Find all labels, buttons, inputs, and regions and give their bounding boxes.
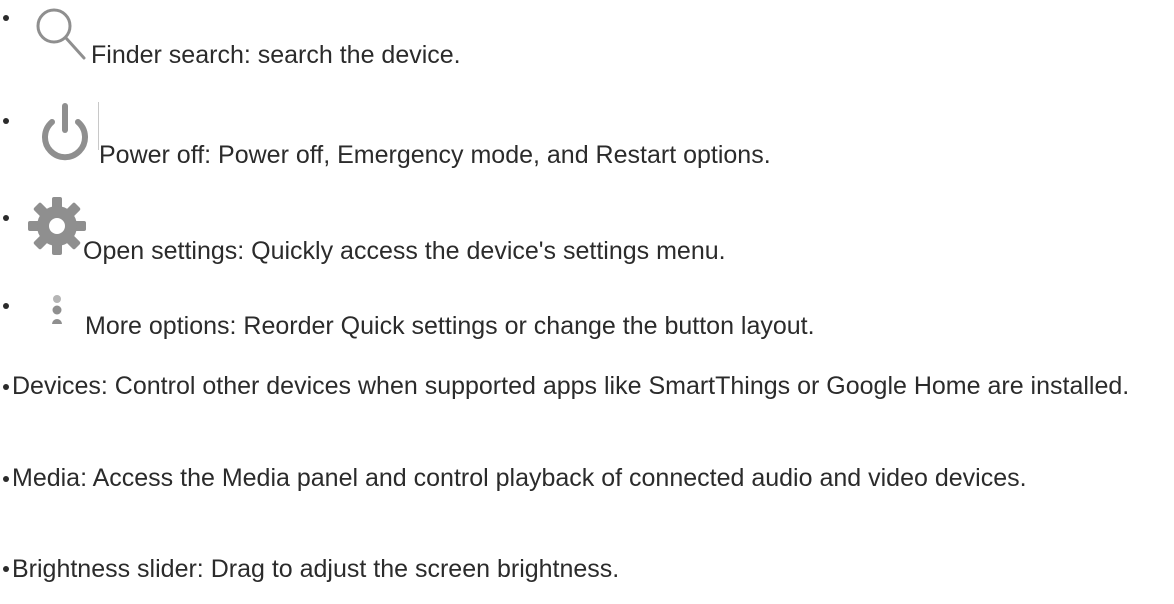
bullet (3, 15, 9, 21)
list-item-brightness-slider: Brightness slider: Drag to adjust the sc… (0, 545, 1174, 595)
power-icon (42, 103, 88, 161)
list-item-finder-search: Finder search: search the device. (0, 0, 1174, 82)
bullet (3, 476, 9, 482)
list-item-text: Finder search: search the device. (91, 41, 461, 69)
bullet (3, 384, 9, 390)
list-item-text: More options: Reorder Quick settings or … (85, 312, 815, 340)
list-item-text: Open settings: Quickly access the device… (83, 237, 726, 265)
list-item-text: Brightness slider: Drag to adjust the sc… (12, 555, 620, 583)
more-options-icon (52, 295, 62, 324)
list-item-power-off: Power off: Power off, Emergency mode, an… (0, 96, 1174, 186)
bullet (3, 566, 9, 572)
list-item-more-options: More options: Reorder Quick settings or … (0, 290, 1174, 348)
list-item-text: Media: Access the Media panel and contro… (12, 464, 1027, 492)
bullet (3, 118, 9, 124)
list-item-open-settings: Open settings: Quickly access the device… (0, 196, 1174, 278)
list-item-text: Devices: Control other devices when supp… (12, 372, 1130, 400)
gear-icon (28, 197, 86, 255)
bullet (3, 303, 9, 309)
list-item-devices: Devices: Control other devices when supp… (0, 362, 1174, 442)
list-item-text: Power off: Power off, Emergency mode, an… (99, 141, 771, 169)
list-item-media: Media: Access the Media panel and contro… (0, 454, 1174, 534)
bullet (3, 215, 9, 221)
search-icon (36, 8, 86, 60)
